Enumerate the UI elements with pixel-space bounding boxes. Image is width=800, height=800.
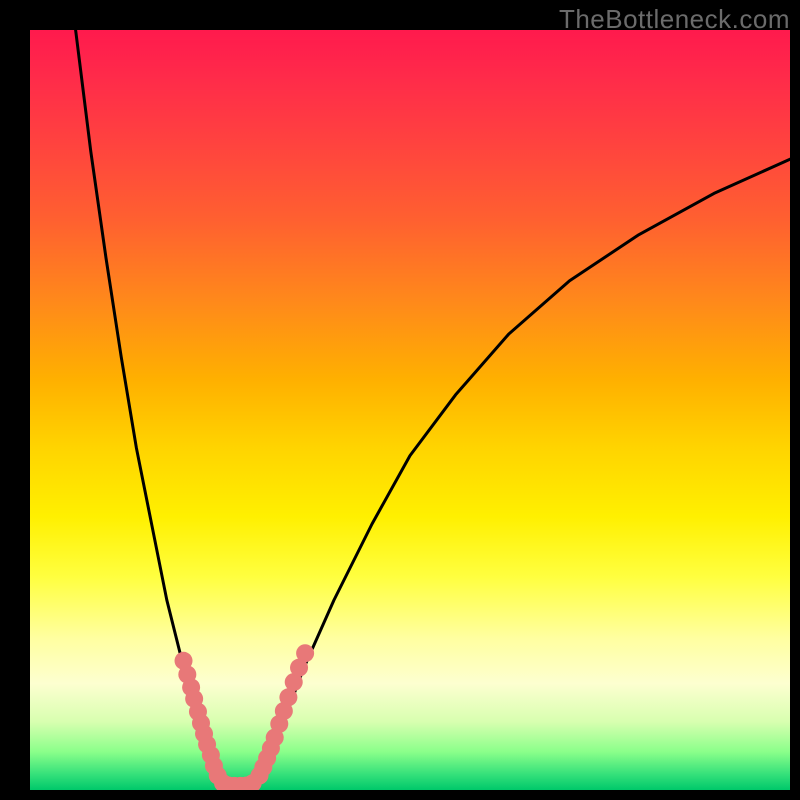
chart-frame: TheBottleneck.com (0, 0, 800, 800)
watermark-text: TheBottleneck.com (559, 4, 790, 35)
data-point (296, 644, 314, 662)
plot-area (30, 30, 790, 790)
chart-svg (30, 30, 790, 790)
